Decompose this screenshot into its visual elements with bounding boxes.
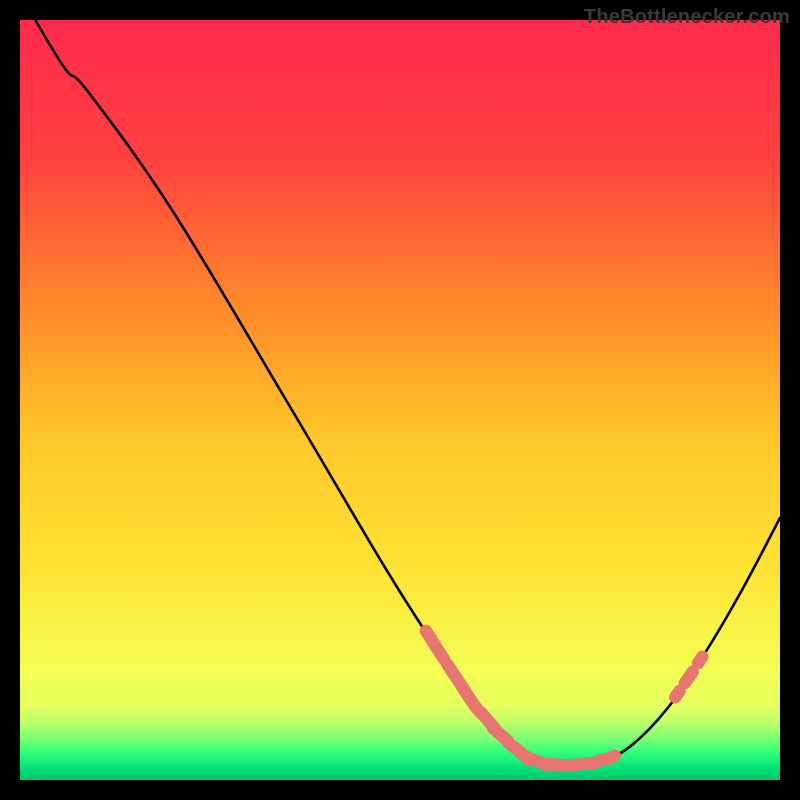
plot-area (20, 20, 780, 780)
chart-frame: TheBottlenecker.com (0, 0, 800, 800)
chart-svg (20, 20, 780, 780)
watermark-text: TheBottlenecker.com (584, 6, 790, 29)
